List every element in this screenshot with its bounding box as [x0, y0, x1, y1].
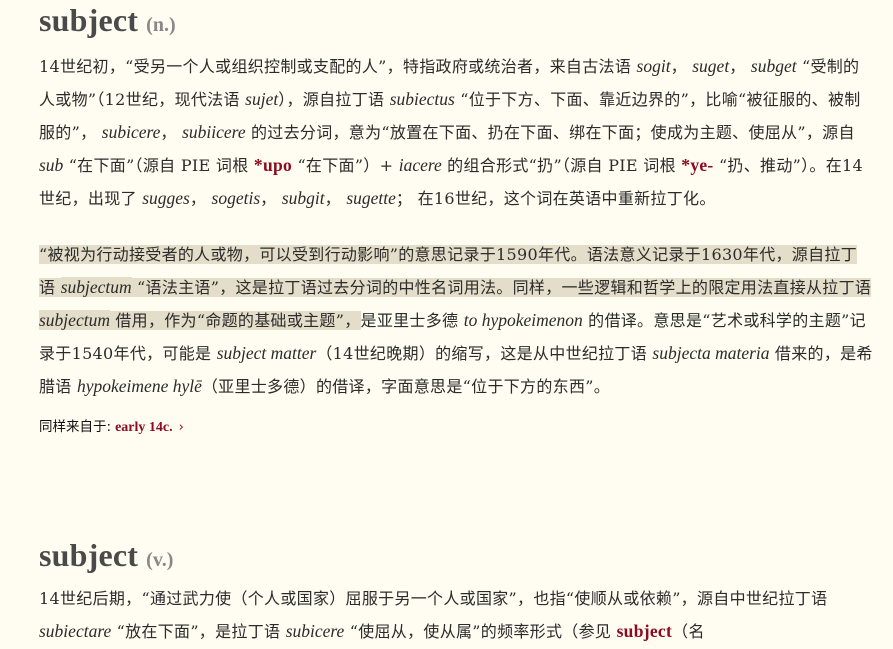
latin-term: sugges — [142, 188, 190, 208]
text-segment: “语法主语”，这是拉丁语过去分词的中性名词用法。同样，一些逻辑和哲学上的限定用法… — [131, 278, 872, 297]
etymology-paragraph: 14世纪初，“受另一个人或组织控制或支配的人”，特指政府或统治者，来自古法语 s… — [39, 50, 873, 215]
text-segment: 14世纪初，“受另一个人或组织控制或支配的人”，特指政府或统治者，来自古法语 — [39, 57, 637, 76]
latin-term: subjectum — [39, 310, 110, 330]
latin-term: subiectus — [389, 89, 455, 109]
text-segment: “在下面”）+ — [292, 156, 399, 175]
text-segment: ， — [189, 189, 212, 208]
text-segment: “使屈从，使从属”的频率形式（参见 — [344, 622, 617, 641]
cross-reference-link[interactable]: subject — [617, 621, 673, 641]
text-segment: （14世纪晚期）的缩写，这是从中世纪拉丁语 — [316, 344, 653, 363]
latin-term: subjectum — [60, 277, 132, 297]
text-segment: 借用，作为“命题的基础或主题”， — [109, 311, 361, 330]
text-segment: 的过去分词，意为“放置在下面、扔在下面、绑在下面；使成为主题、使屈从”，源自 — [245, 123, 855, 142]
text-segment: 是亚里士多德 — [360, 311, 464, 330]
latin-term: suget — [692, 56, 730, 76]
text-segment: ， — [260, 189, 282, 208]
part-of-speech: (n.) — [146, 14, 176, 36]
latin-term: subject matter — [216, 343, 317, 363]
latin-term: to hypokeimenon — [463, 310, 583, 330]
text-segment: ， — [160, 123, 183, 142]
text-segment: ），源自拉丁语 — [278, 90, 390, 109]
cross-reference-link[interactable]: *upo — [254, 155, 292, 175]
etymology-paragraph: “被视为行动接受者的人或物，可以受到行动影响”的意思记录于1590年代。语法意义… — [39, 239, 873, 403]
latin-term: subiectare — [39, 621, 112, 641]
latin-term: sub — [39, 155, 64, 175]
latin-term: subget — [750, 56, 797, 76]
text-segment: ， — [324, 189, 347, 208]
entry-verb: subject (v.) 14世纪后期，“通过武力使（个人或国家）屈服于另一个人或… — [39, 537, 873, 648]
latin-term: iacere — [398, 155, 442, 175]
text-segment: （名 — [672, 622, 705, 641]
text-segment: ， — [670, 57, 693, 76]
latin-term: sogit — [636, 56, 671, 76]
also-from-row: 同样来自于: early 14c. › — [39, 415, 873, 436]
text-segment: （亚里士多德）的借译，字面意思是“位于下方的东西”。 — [201, 377, 611, 396]
latin-term: subgit — [281, 188, 325, 208]
headword: subject — [39, 2, 139, 38]
text-segment: “放在下面”，是拉丁语 — [111, 622, 286, 641]
entry-header: subject (n.) — [39, 2, 873, 38]
etymology-paragraph: 14世纪后期，“通过武力使（个人或国家）屈服于另一个人或国家”，也指“使顺从或依… — [39, 583, 873, 648]
text-segment: ； 在16世纪，这个词在英语中重新拉丁化。 — [395, 189, 716, 208]
text-segment: ， — [729, 57, 751, 76]
latin-term: subjecta materia — [652, 343, 770, 363]
latin-term: sujet — [245, 89, 279, 109]
part-of-speech: (v.) — [146, 549, 174, 571]
entry-noun: subject (n.) 14世纪初，“受另一个人或组织控制或支配的人”，特指政府… — [39, 2, 873, 436]
page: subject (n.) 14世纪初，“受另一个人或组织控制或支配的人”，特指政府… — [0, 0, 893, 649]
chevron-right-icon[interactable]: › — [179, 420, 184, 435]
latin-term: sogetis — [211, 188, 261, 208]
also-from-link[interactable]: early 14c. — [115, 420, 173, 435]
text-segment: 的组合形式“扔”（源自 PIE 词根 — [441, 156, 682, 175]
text-segment: “在下面”（源自 PIE 词根 — [63, 156, 254, 175]
also-from-label: 同样来自于: — [39, 419, 112, 435]
entry-header: subject (v.) — [39, 537, 873, 573]
latin-term: subicere — [101, 122, 161, 142]
latin-term: sugette — [346, 188, 396, 208]
latin-term: hypokeimene hylē — [77, 376, 202, 396]
cross-reference-link[interactable]: *ye- — [681, 155, 713, 175]
latin-term: subiicere — [182, 122, 246, 142]
latin-term: subicere — [285, 621, 345, 641]
headword: subject — [39, 537, 139, 573]
text-segment: 14世纪后期，“通过武力使（个人或国家）屈服于另一个人或国家”，也指“使顺从或依… — [39, 589, 828, 608]
